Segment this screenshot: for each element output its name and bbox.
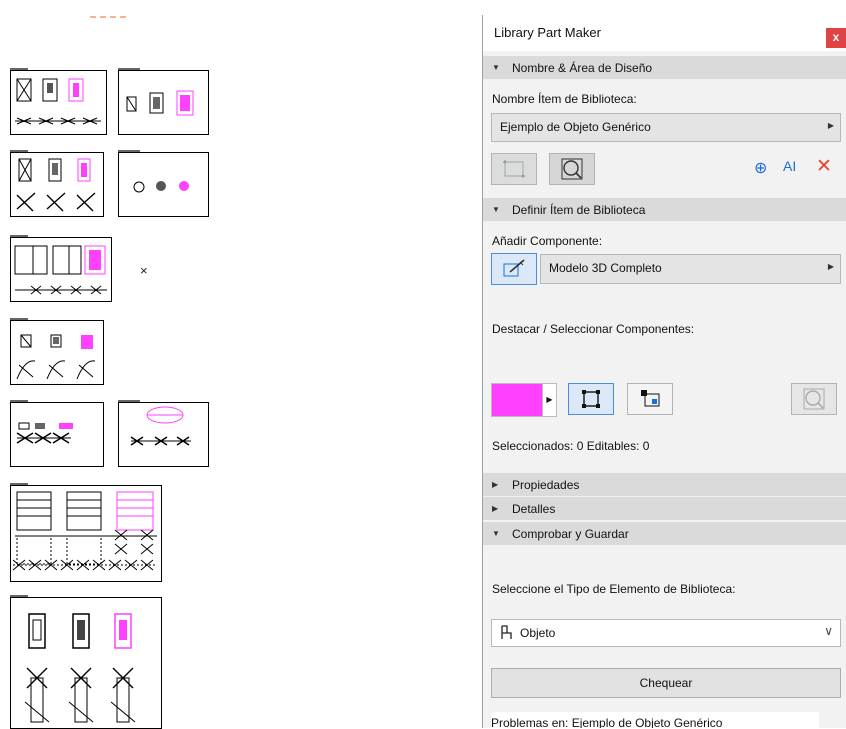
collapsed-arrow-icon: ▶	[492, 504, 499, 513]
color-dropdown-arrow-icon[interactable]: ▶	[542, 383, 557, 417]
item-name-value: Ejemplo de Objeto Genérico	[500, 120, 651, 134]
panel-title: Library Part Maker	[494, 25, 601, 40]
round-objects-icon	[133, 181, 189, 193]
component-dropdown[interactable]: Modelo 3D Completo ▶	[540, 254, 841, 284]
thumbnail-round-objects[interactable]	[118, 152, 209, 217]
door-arc-icon	[16, 334, 96, 380]
close-button[interactable]: x	[826, 28, 846, 48]
section-label: Comprobar y Guardar	[512, 527, 629, 541]
thumbnail-doors-2[interactable]	[10, 152, 104, 217]
thumbnail-doors-3[interactable]	[10, 320, 104, 385]
text-style-icon[interactable]: AI	[783, 158, 796, 174]
item-name-field[interactable]: Ejemplo de Objeto Genérico ▶	[491, 113, 841, 142]
select-box-icon	[582, 390, 600, 408]
section-label: Nombre & Área de Diseño	[512, 61, 653, 75]
section-header-name-area[interactable]: ▼ Nombre & Área de Diseño	[483, 56, 846, 79]
pencil-box-icon	[503, 259, 525, 277]
column-symbols-icon	[24, 613, 136, 723]
thumbnail-windows-1[interactable]	[118, 70, 209, 135]
highlight-label: Destacar / Seleccionar Componentes:	[492, 322, 695, 336]
select-components-button[interactable]	[568, 383, 614, 415]
submenu-arrow-icon: ▶	[827, 262, 834, 271]
panel-content: ▼ Nombre & Área de Diseño Nombre Ítem de…	[483, 51, 846, 728]
window-cross-icon	[16, 422, 73, 444]
skylight-icon	[130, 406, 191, 446]
check-button-label: Chequear	[639, 676, 693, 690]
section-header-define[interactable]: ▼ Definir Ítem de Biblioteca	[483, 198, 846, 221]
problems-text: Problemas en: Ejemplo de Objeto Genérico	[491, 716, 723, 728]
element-type-value: Objeto	[520, 626, 556, 640]
collapsed-arrow-icon: ▶	[492, 480, 499, 489]
add-component-label: Añadir Componente:	[492, 234, 603, 248]
add-icon[interactable]: ⊕	[754, 158, 767, 178]
component-value: Modelo 3D Completo	[549, 261, 662, 275]
thumbnail-windows-2[interactable]	[10, 402, 104, 467]
section-label: Detalles	[512, 502, 556, 516]
selected-count-text: Seleccionados: 0 Editables: 0	[492, 439, 650, 453]
check-button[interactable]: Chequear	[491, 668, 841, 698]
section-header-properties[interactable]: ▶ Propiedades	[483, 473, 846, 496]
sliding-door-icon	[14, 245, 107, 295]
select-sub-components-button[interactable]	[627, 383, 673, 415]
thumbnail-columns[interactable]	[10, 597, 162, 729]
expanded-arrow-icon: ▼	[492, 529, 500, 538]
panel-titlebar[interactable]: Library Part Maker x	[483, 15, 846, 51]
zoom-disabled-icon	[803, 388, 825, 410]
expanded-arrow-icon: ▼	[492, 205, 500, 214]
sub-select-icon	[641, 390, 660, 407]
zoom-selection-button[interactable]	[791, 383, 837, 415]
close-mark-icon: ×	[140, 263, 148, 278]
zoom-area-icon	[561, 158, 583, 180]
highlight-color-swatch[interactable]	[491, 383, 543, 417]
frame-corners-icon	[503, 160, 525, 178]
drawing-canvas[interactable]: ×	[0, 0, 470, 729]
object-chair-icon	[501, 625, 512, 639]
thumbnail-garage-doors[interactable]	[10, 485, 162, 582]
design-area-frame-button[interactable]	[491, 153, 537, 185]
expanded-arrow-icon: ▼	[492, 63, 500, 72]
dashed-marker	[90, 16, 126, 18]
section-header-check-save[interactable]: ▼ Comprobar y Guardar	[483, 522, 846, 545]
thumbnail-skylights[interactable]	[118, 402, 209, 467]
section-label: Propiedades	[512, 478, 580, 492]
element-type-label: Seleccione el Tipo de Elemento de Biblio…	[492, 582, 736, 596]
section-header-details[interactable]: ▶ Detalles	[483, 497, 846, 520]
item-name-label: Nombre Ítem de Biblioteca:	[492, 92, 637, 106]
component-tool-button[interactable]	[491, 253, 537, 285]
submenu-arrow-icon: ▶	[827, 121, 834, 130]
element-type-select[interactable]: Objeto ∨	[491, 619, 841, 647]
thumbnail-doors-1[interactable]	[10, 70, 107, 135]
door-swing-icon	[16, 158, 96, 212]
section-label: Definir Ítem de Biblioteca	[512, 203, 646, 217]
zoom-to-area-button[interactable]	[549, 153, 595, 185]
chevron-down-icon: ∨	[824, 624, 833, 638]
problems-list[interactable]: Problemas en: Ejemplo de Objeto Genérico	[491, 712, 819, 728]
library-part-maker-panel: Library Part Maker x ▼ Nombre & Área de …	[482, 15, 846, 728]
delete-icon[interactable]: ✕	[816, 155, 832, 178]
window-symbols-icon	[126, 90, 194, 116]
door-symbols-icon	[15, 78, 101, 125]
thumbnail-sliding-doors[interactable]	[10, 237, 112, 302]
garage-door-icon	[12, 491, 157, 571]
